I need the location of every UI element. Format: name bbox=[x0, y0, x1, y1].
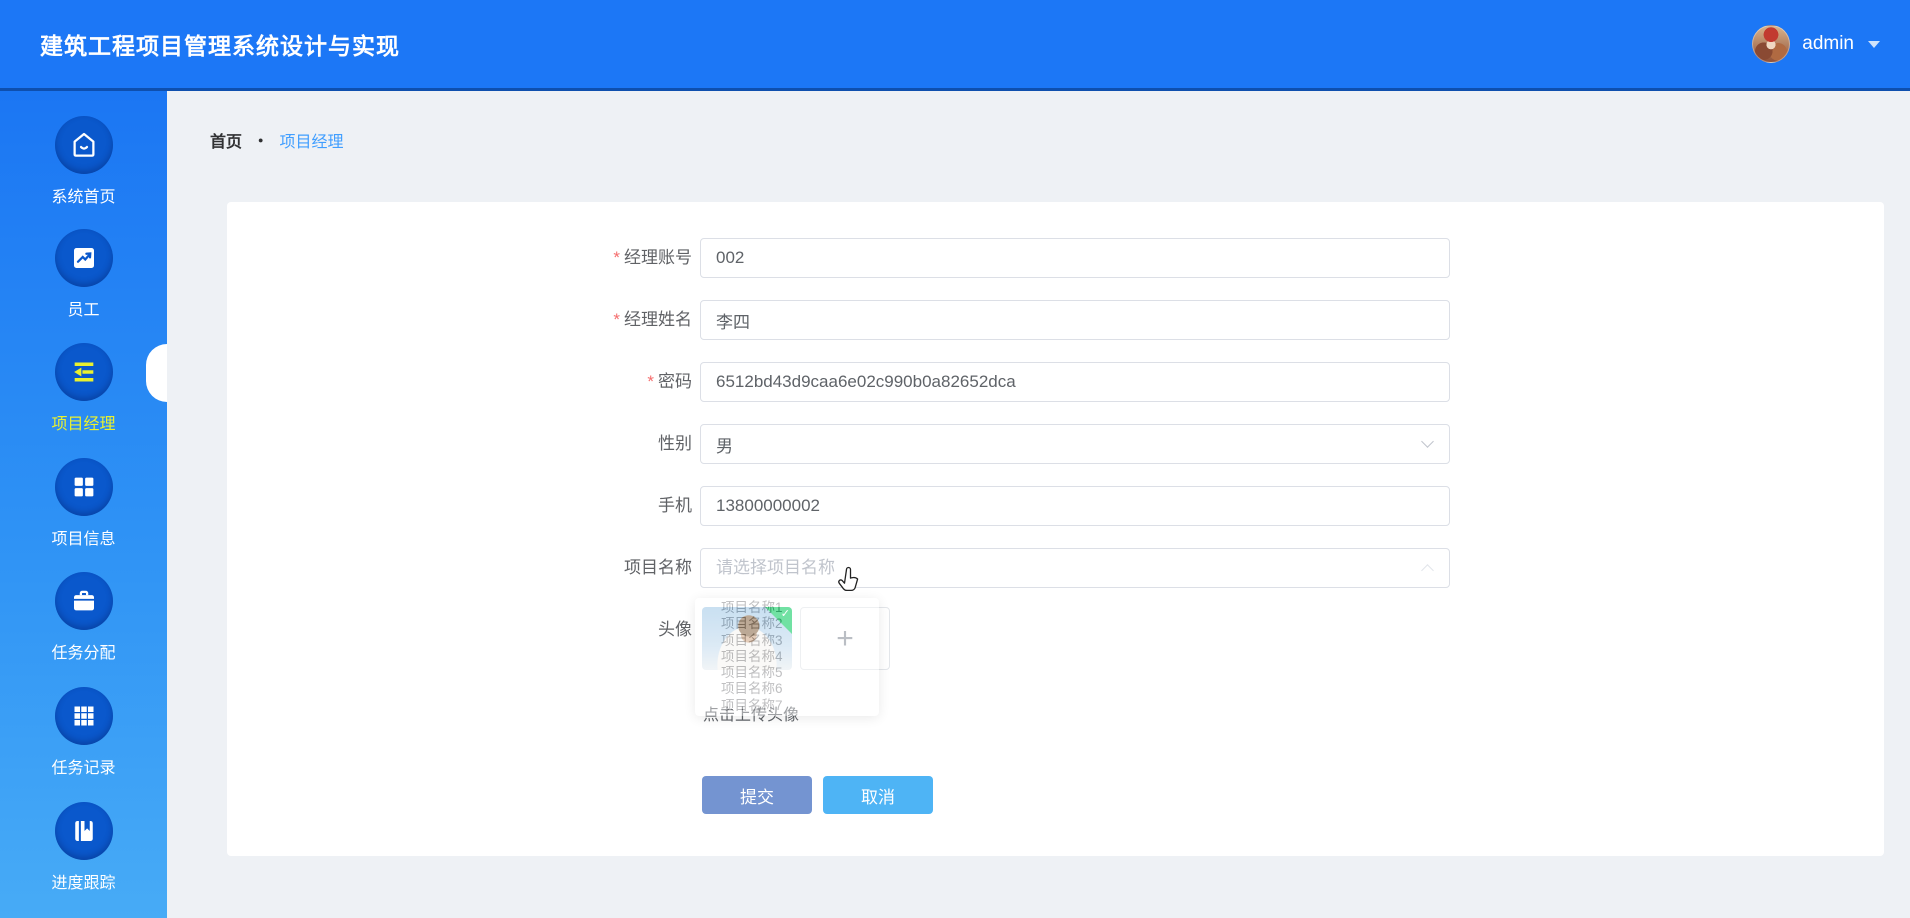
form-row-name: * 经理姓名 bbox=[227, 300, 1884, 340]
password-input[interactable] bbox=[700, 362, 1450, 402]
briefcase-icon bbox=[54, 572, 113, 630]
active-item-notch bbox=[146, 344, 167, 402]
field-label-avatar: 头像 bbox=[658, 620, 692, 639]
required-asterisk: * bbox=[613, 310, 620, 329]
sidebar-item-label: 任务记录 bbox=[51, 760, 116, 777]
dropdown-option[interactable]: 项目名称5 bbox=[695, 665, 879, 681]
form-row-password: * 密码 bbox=[227, 362, 1884, 402]
dropdown-option[interactable]: 项目名称3 bbox=[695, 633, 879, 649]
breadcrumb: 首页 ● 项目经理 bbox=[210, 128, 343, 152]
cancel-button[interactable]: 取消 bbox=[823, 776, 933, 814]
field-label-name: 经理姓名 bbox=[624, 310, 692, 329]
sidebar-item-task-assign[interactable]: 任务分配 bbox=[0, 572, 167, 663]
grid-2x2-icon bbox=[54, 458, 113, 516]
field-label-phone: 手机 bbox=[658, 496, 692, 515]
sidebar-item-label: 项目信息 bbox=[51, 531, 116, 548]
grid-3x3-icon bbox=[54, 687, 113, 745]
manager-account-input[interactable] bbox=[700, 238, 1450, 278]
caret-down-icon bbox=[1868, 40, 1880, 48]
form-row-phone: 手机 bbox=[227, 486, 1884, 526]
book-icon bbox=[54, 802, 113, 860]
form-row-project: 项目名称 bbox=[227, 548, 1884, 588]
phone-input[interactable] bbox=[700, 486, 1450, 526]
sidebar-item-label: 系统首页 bbox=[51, 189, 116, 206]
dropdown-option[interactable]: 项目名称1 bbox=[695, 600, 879, 616]
line-chart-icon bbox=[54, 229, 113, 287]
dropdown-option[interactable]: 项目名称6 bbox=[695, 681, 879, 697]
sidebar-item-home[interactable]: 系统首页 bbox=[0, 116, 167, 207]
breadcrumb-current[interactable]: 项目经理 bbox=[279, 128, 343, 152]
sidebar-item-label: 任务分配 bbox=[51, 645, 116, 662]
sidebar-item-staff[interactable]: 员工 bbox=[0, 229, 167, 320]
sidebar-item-label: 项目经理 bbox=[51, 416, 116, 433]
sidebar-item-label: 员工 bbox=[67, 302, 100, 319]
sidebar-nav: 系统首页 员工 项目经理 项目信息 任务分配 任务记录 进度跟踪 bbox=[0, 91, 167, 918]
home-icon bbox=[54, 116, 113, 174]
submit-button[interactable]: 提交 bbox=[702, 776, 812, 814]
user-menu[interactable]: admin bbox=[1752, 25, 1880, 63]
list-arrow-icon bbox=[54, 343, 113, 401]
field-label-project: 项目名称 bbox=[624, 558, 692, 577]
user-name: admin bbox=[1802, 33, 1854, 54]
sidebar-item-task-record[interactable]: 任务记录 bbox=[0, 687, 167, 778]
sidebar-item-project-info[interactable]: 项目信息 bbox=[0, 458, 167, 549]
form-row-gender: 性别 bbox=[227, 424, 1884, 464]
user-avatar[interactable] bbox=[1752, 25, 1791, 63]
dropdown-option[interactable]: 项目名称2 bbox=[695, 616, 879, 632]
breadcrumb-separator-icon: ● bbox=[258, 135, 264, 145]
app-header: 建筑工程项目管理系统设计与实现 admin bbox=[0, 0, 1910, 91]
field-label-account: 经理账号 bbox=[624, 248, 692, 267]
project-name-select[interactable] bbox=[700, 548, 1450, 588]
sidebar-item-label: 进度跟踪 bbox=[51, 875, 116, 892]
sidebar-item-progress[interactable]: 进度跟踪 bbox=[0, 802, 167, 893]
form-row-account: * 经理账号 bbox=[227, 238, 1884, 278]
field-label-gender: 性别 bbox=[658, 434, 692, 453]
manager-name-input[interactable] bbox=[700, 300, 1450, 340]
project-options-dropdown: 项目名称1 项目名称2 项目名称3 项目名称4 项目名称5 项目名称6 项目名称… bbox=[695, 598, 879, 716]
gender-select[interactable] bbox=[700, 424, 1450, 464]
required-asterisk: * bbox=[613, 248, 620, 267]
breadcrumb-home[interactable]: 首页 bbox=[210, 128, 242, 152]
required-asterisk: * bbox=[647, 372, 654, 391]
dropdown-option[interactable]: 项目名称7 bbox=[695, 698, 879, 714]
field-label-password: 密码 bbox=[658, 372, 692, 391]
sidebar-item-project-manager[interactable]: 项目经理 bbox=[0, 343, 167, 434]
app-title: 建筑工程项目管理系统设计与实现 bbox=[40, 33, 400, 59]
form-card: *经理账号 *经理姓名 *密码 性别 手机 项目名称 头像 ✓ + 点击上传头像… bbox=[227, 202, 1884, 856]
dropdown-option[interactable]: 项目名称4 bbox=[695, 649, 879, 665]
